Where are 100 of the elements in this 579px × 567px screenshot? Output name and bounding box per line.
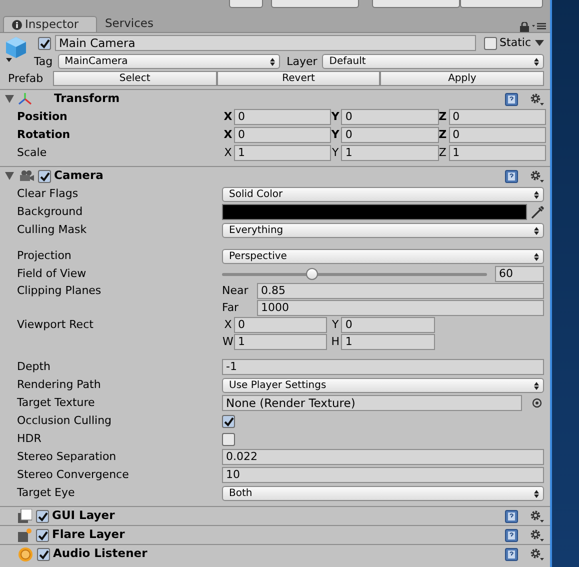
enable-checkbox[interactable] — [36, 528, 49, 542]
updown-icon — [534, 226, 539, 234]
axis-label: W — [222, 335, 234, 349]
field-label: Layer — [286, 54, 318, 68]
slider-track[interactable] — [222, 273, 487, 276]
property-label: Occlusion Culling — [17, 414, 113, 428]
number-field[interactable]: 0 — [341, 127, 439, 143]
number-field[interactable]: 0.85 — [257, 283, 544, 299]
gear-icon[interactable] — [530, 528, 544, 542]
color-swatch[interactable] — [222, 204, 527, 220]
number-field[interactable]: 0 — [341, 317, 435, 333]
number-field[interactable]: 0 — [448, 127, 546, 143]
number-field[interactable]: 0 — [234, 127, 332, 143]
camera-icon — [18, 170, 34, 182]
number-field[interactable]: -1 — [222, 359, 544, 375]
menu-button[interactable] — [460, 0, 543, 8]
axis-label: X — [223, 146, 233, 160]
updown-icon — [270, 58, 275, 66]
property-label: Rotation — [17, 128, 72, 142]
slider[interactable] — [222, 267, 487, 281]
cube-icon — [4, 35, 28, 63]
number-field[interactable]: 0.022 — [222, 449, 544, 465]
gear-icon[interactable] — [530, 548, 544, 560]
property-label: Field of View — [17, 267, 88, 281]
object-field[interactable]: None (Render Texture) — [222, 395, 522, 411]
fold-arrow-icon[interactable] — [5, 95, 14, 103]
checkbox[interactable] — [222, 432, 235, 446]
menu-button[interactable] — [372, 0, 460, 8]
axes-icon — [18, 92, 32, 106]
help-icon[interactable] — [505, 528, 518, 542]
property-label: HDR — [17, 432, 42, 446]
enable-checkbox[interactable] — [36, 510, 49, 522]
checkbox-label: Static — [500, 36, 531, 50]
number-field[interactable]: 1 — [448, 145, 546, 161]
number-field[interactable]: 0 — [448, 109, 546, 125]
slider-thumb[interactable] — [306, 268, 318, 280]
dropdown[interactable]: Default — [322, 54, 544, 69]
checkbox[interactable] — [222, 414, 235, 428]
lock-icon — [520, 22, 529, 32]
dropdown[interactable]: Solid Color — [222, 186, 544, 202]
number-field[interactable]: 0 — [234, 109, 332, 125]
gear-icon[interactable] — [530, 170, 544, 182]
component-title[interactable]: GUI Layer — [52, 509, 115, 523]
enable-checkbox[interactable] — [38, 170, 51, 182]
active-checkbox[interactable] — [38, 36, 51, 50]
menu-button[interactable] — [271, 0, 359, 8]
help-icon[interactable] — [505, 170, 518, 182]
name-field[interactable]: Main Camera — [55, 35, 476, 51]
prefab-button[interactable]: Revert — [216, 71, 380, 86]
dropdown[interactable]: Use Player Settings — [222, 378, 544, 392]
field-label: Tag — [34, 54, 53, 68]
number-field[interactable]: 0 — [341, 109, 439, 125]
help-icon[interactable] — [505, 510, 518, 522]
gear-icon[interactable] — [530, 92, 544, 106]
static-checkbox[interactable] — [484, 36, 497, 50]
property-label: Scale — [17, 146, 48, 160]
dropdown[interactable]: Both — [222, 486, 544, 500]
help-icon[interactable] — [505, 92, 518, 106]
number-field[interactable]: 1 — [234, 334, 328, 350]
number-field[interactable]: 60 — [495, 266, 544, 282]
updown-icon — [534, 58, 539, 66]
property-label: Clear Flags — [17, 187, 80, 201]
axis-label: Y — [330, 128, 340, 142]
axis-label: Z — [438, 146, 448, 160]
number-field[interactable]: 0 — [234, 317, 328, 333]
axis-label: X — [222, 128, 234, 142]
menu-icon — [532, 22, 546, 30]
layer-icon — [18, 528, 32, 542]
prefab-button[interactable]: Apply — [380, 71, 544, 86]
number-field[interactable]: 1 — [341, 334, 435, 350]
axis-label: H — [330, 335, 340, 349]
component-title[interactable]: Transform — [54, 92, 120, 106]
dropdown[interactable]: Everything — [222, 222, 544, 238]
toolbar-button[interactable] — [229, 0, 263, 8]
property-label: Target Eye — [17, 486, 76, 500]
number-field[interactable]: 1 — [234, 145, 332, 161]
tab[interactable]: Inspector — [3, 16, 97, 32]
axis-label: Y — [330, 318, 340, 332]
updown-icon — [534, 190, 539, 198]
dropdown[interactable]: Perspective — [222, 248, 544, 264]
gear-icon[interactable] — [530, 510, 544, 522]
info-icon — [12, 20, 22, 30]
fold-arrow-icon[interactable] — [5, 172, 14, 180]
enable-checkbox[interactable] — [37, 548, 50, 560]
help-icon[interactable] — [505, 548, 518, 560]
number-field[interactable]: 10 — [222, 467, 544, 483]
property-label: Target Texture — [17, 396, 96, 410]
prefab-button[interactable]: Select — [53, 71, 217, 86]
dropdown[interactable]: MainCamera — [58, 54, 280, 69]
axis-label: Far — [222, 301, 240, 315]
property-label: Culling Mask — [17, 223, 88, 237]
component-title[interactable]: Flare Layer — [52, 528, 125, 542]
component-title[interactable]: Audio Listener — [53, 547, 148, 561]
number-field[interactable]: 1 — [341, 145, 439, 161]
tab[interactable]: Services — [97, 16, 162, 32]
axis-label: Z — [438, 128, 448, 142]
component-title[interactable]: Camera — [54, 169, 104, 183]
property-label: Clipping Planes — [17, 284, 102, 298]
updown-icon — [534, 252, 539, 260]
number-field[interactable]: 1000 — [257, 300, 544, 316]
